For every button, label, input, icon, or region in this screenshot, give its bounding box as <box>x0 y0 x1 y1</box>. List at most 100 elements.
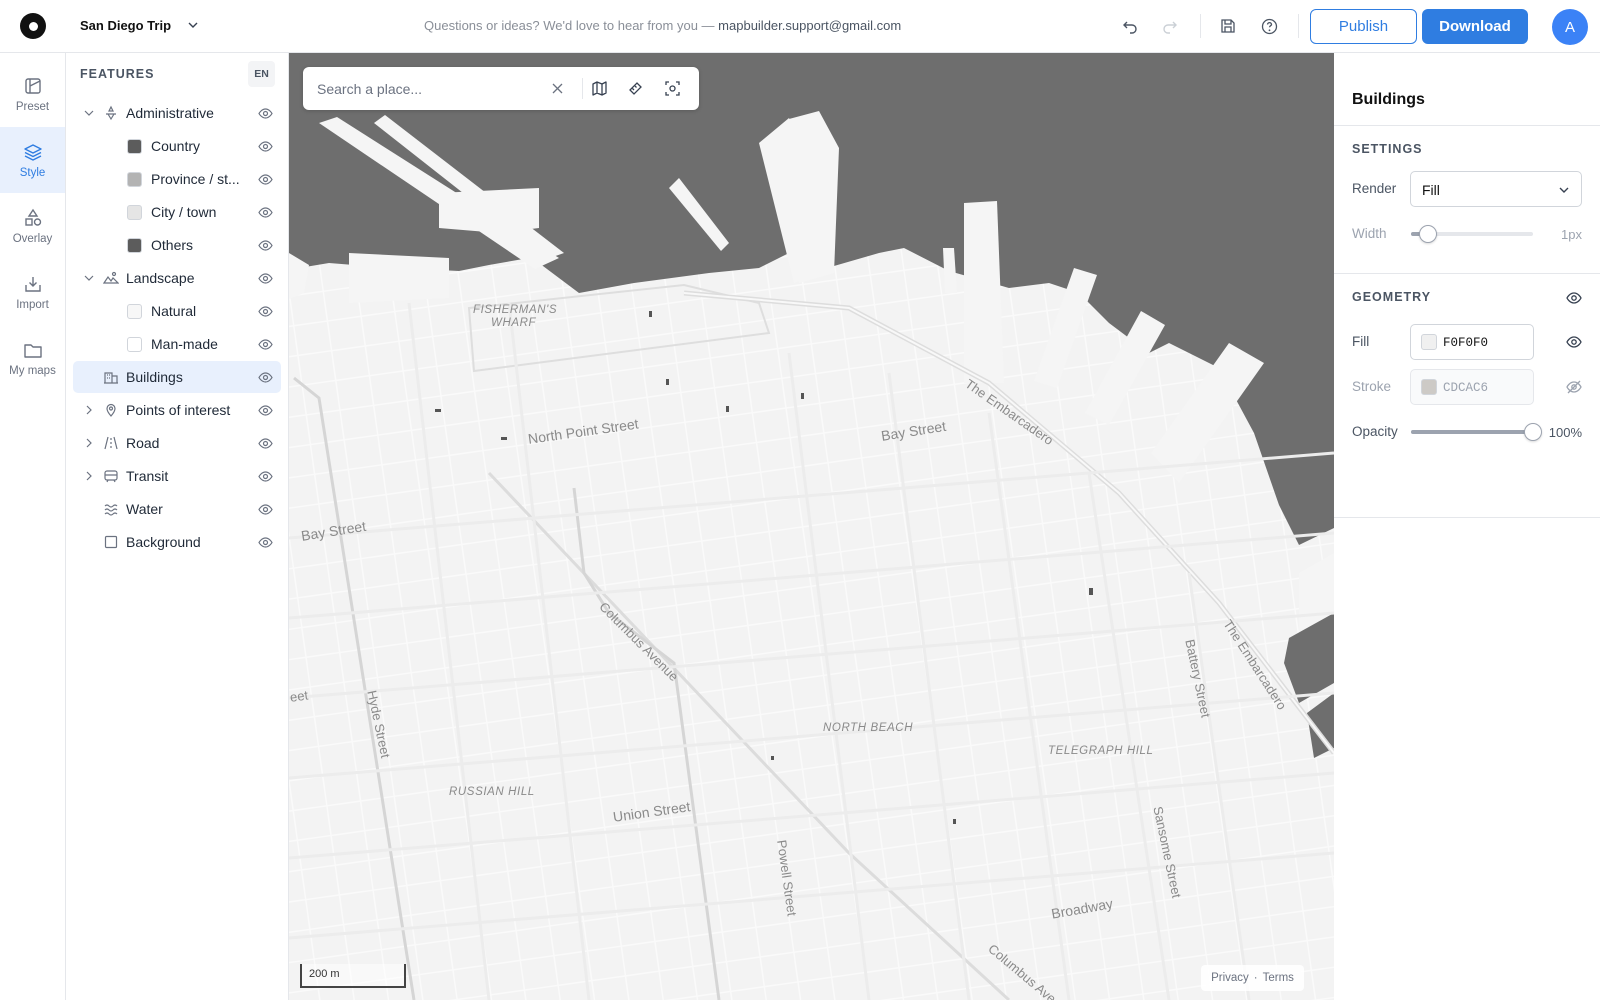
import-icon <box>24 276 41 292</box>
feature-row[interactable]: Province / st... <box>73 163 281 195</box>
water-icon <box>104 504 118 516</box>
opacity-slider[interactable] <box>1411 423 1542 441</box>
feature-row[interactable]: Administrative <box>73 97 281 129</box>
terms-link[interactable]: Terms <box>1263 972 1294 984</box>
feature-row[interactable]: Man-made <box>73 328 281 360</box>
slider-handle[interactable] <box>1524 423 1542 441</box>
undo-icon[interactable] <box>1120 16 1140 36</box>
feature-label: Water <box>126 501 163 517</box>
feature-label: Landscape <box>126 270 195 286</box>
feature-label: Administrative <box>126 105 214 121</box>
map-attribution: Privacy · Terms <box>1201 965 1304 991</box>
divider <box>1298 14 1299 38</box>
feature-label: Transit <box>126 468 169 484</box>
chevron-right-icon[interactable] <box>83 404 95 416</box>
rail-item-preset[interactable]: Preset <box>0 61 65 127</box>
feature-color-swatch[interactable] <box>127 139 142 154</box>
stroke-color-swatch[interactable] <box>1421 379 1437 395</box>
feature-row[interactable]: Country <box>73 130 281 162</box>
support-email-link[interactable]: mapbuilder.support@gmail.com <box>718 18 901 33</box>
feature-row[interactable]: Buildings <box>73 361 281 393</box>
rail-label: Preset <box>15 100 50 113</box>
eye-off-icon[interactable] <box>1566 379 1582 395</box>
fill-color-swatch[interactable] <box>1421 334 1437 350</box>
language-badge[interactable]: EN <box>248 61 275 87</box>
chevron-right-icon[interactable] <box>83 470 95 482</box>
fill-color-input[interactable]: F0F0F0 <box>1410 324 1534 360</box>
chevron-down-icon[interactable] <box>83 107 95 119</box>
eye-icon[interactable] <box>258 205 273 220</box>
chevron-down-icon[interactable] <box>186 18 200 32</box>
slider-handle[interactable] <box>1419 225 1437 243</box>
eye-icon[interactable] <box>258 238 273 253</box>
feature-color-swatch[interactable] <box>127 205 142 220</box>
feature-label: City / town <box>151 204 217 220</box>
feedback-message: Questions or ideas? We'd love to hear fr… <box>424 18 901 33</box>
feature-color-swatch[interactable] <box>127 337 142 352</box>
feature-color-swatch[interactable] <box>127 172 142 187</box>
privacy-link[interactable]: Privacy <box>1211 972 1249 984</box>
panel-title: Buildings <box>1352 91 1425 108</box>
eye-icon[interactable] <box>258 469 273 484</box>
rail-item-style[interactable]: Style <box>0 127 65 193</box>
eye-icon[interactable] <box>258 106 273 121</box>
eye-icon[interactable] <box>258 337 273 352</box>
search-input[interactable]: Search a place... <box>317 81 422 97</box>
eye-icon[interactable] <box>258 304 273 319</box>
feature-label: Natural <box>151 303 197 319</box>
feedback-text: Questions or ideas? We'd love to hear fr… <box>424 18 719 33</box>
eye-icon[interactable] <box>258 271 273 286</box>
eye-icon[interactable] <box>258 535 273 550</box>
app-logo[interactable] <box>20 13 46 39</box>
render-select[interactable]: Fill <box>1410 171 1582 207</box>
map-label: eet <box>289 687 309 705</box>
eye-icon[interactable] <box>258 139 273 154</box>
feature-row[interactable]: Water <box>73 493 281 525</box>
project-name[interactable]: San Diego Trip <box>80 18 171 33</box>
save-icon[interactable] <box>1218 16 1238 36</box>
feature-color-swatch[interactable] <box>127 304 142 319</box>
feature-row[interactable]: Others <box>73 229 281 261</box>
feature-row[interactable]: Landscape <box>73 262 281 294</box>
clear-icon[interactable] <box>551 82 564 95</box>
transit-icon <box>104 470 118 483</box>
feature-label: Road <box>126 435 160 451</box>
chevron-down-icon[interactable] <box>83 272 95 284</box>
chevron-right-icon[interactable] <box>83 437 95 449</box>
eye-icon[interactable] <box>258 172 273 187</box>
feature-label: Background <box>126 534 201 550</box>
opacity-value: 100% <box>1548 425 1582 440</box>
redo-icon[interactable] <box>1160 16 1180 36</box>
map-icon[interactable] <box>591 80 608 97</box>
eye-icon[interactable] <box>258 436 273 451</box>
pier <box>964 201 1004 383</box>
feature-row[interactable]: Transit <box>73 460 281 492</box>
feature-row[interactable]: City / town <box>73 196 281 228</box>
help-icon[interactable] <box>1259 16 1279 36</box>
eye-icon[interactable] <box>1566 334 1582 350</box>
feature-row[interactable]: Natural <box>73 295 281 327</box>
avatar[interactable]: A <box>1552 9 1588 45</box>
eye-icon[interactable] <box>258 370 273 385</box>
divider <box>582 78 583 99</box>
feature-label: Country <box>151 138 201 154</box>
width-slider[interactable] <box>1411 225 1533 243</box>
stroke-color-input[interactable]: CDCAC6 <box>1410 369 1534 405</box>
download-button[interactable]: Download <box>1422 9 1528 44</box>
rail-item-import[interactable]: Import <box>0 259 65 325</box>
feature-row[interactable]: Background <box>73 526 281 558</box>
feature-color-swatch[interactable] <box>127 238 142 253</box>
eye-icon[interactable] <box>1566 290 1582 306</box>
eye-icon[interactable] <box>258 403 273 418</box>
layer-properties-panel: Buildings SETTINGS Render Fill Width 1px… <box>1334 53 1600 1000</box>
feature-row[interactable]: Points of interest <box>73 394 281 426</box>
rail-item-my-maps[interactable]: My maps <box>0 325 65 391</box>
rail-item-overlay[interactable]: Overlay <box>0 193 65 259</box>
publish-button[interactable]: Publish <box>1310 9 1417 44</box>
locate-frame-icon[interactable] <box>664 80 681 97</box>
map-canvas[interactable]: FISHERMAN'S WHARF North Point Street Bay… <box>289 53 1334 1000</box>
ruler-icon[interactable] <box>627 80 644 97</box>
eye-icon[interactable] <box>258 502 273 517</box>
feature-row[interactable]: Road <box>73 427 281 459</box>
background-icon <box>104 535 118 549</box>
